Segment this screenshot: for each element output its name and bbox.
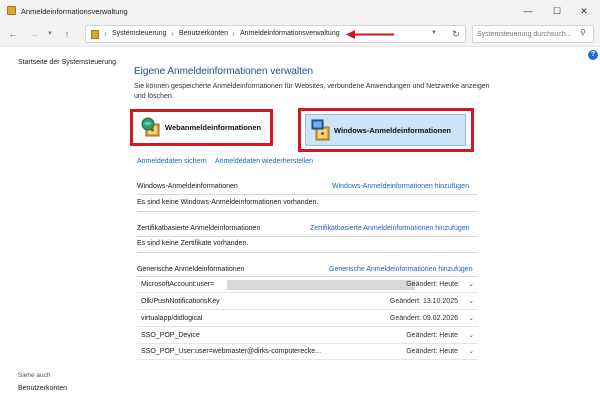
windows-section-empty: Es sind keine Windows-Anmeldeinformation… — [137, 199, 319, 206]
section-divider — [137, 194, 478, 195]
breadcrumb-systemsteuerung[interactable]: Systemsteuerung — [112, 30, 166, 37]
recent-locations-chevron-icon[interactable]: ▼ — [43, 27, 57, 41]
backup-credentials-link[interactable]: Anmeldedaten sichern — [137, 158, 207, 165]
breadcrumb-separator-icon[interactable]: › — [232, 29, 235, 38]
address-bar[interactable]: › Systemsteuerung › Benutzerkonten › Anm… — [85, 25, 466, 43]
credential-changed-date: Geändert: Heute — [406, 281, 458, 288]
credential-name: MicrosoftAccount:user= — [141, 281, 215, 288]
credential-changed-date: Geändert: 13.10.2025 — [389, 298, 458, 305]
search-box[interactable]: ⚲ — [472, 25, 594, 43]
up-arrow-icon[interactable]: ↑ — [60, 27, 74, 41]
section-divider — [137, 252, 478, 253]
credential-changed-date: Geändert: Heute — [406, 348, 458, 355]
redacted-username-block — [227, 280, 415, 290]
add-generic-credential-link[interactable]: Generische Anmeldeinformationen hinzufüg… — [329, 266, 473, 273]
annotation-arrow-icon — [346, 30, 394, 39]
generic-credential-row[interactable]: SSO_POP_User:user=webmaster@dirks-comput… — [137, 344, 478, 360]
navigation-bar: ← → ▼ ↑ › Systemsteuerung › Benutzerkont… — [0, 22, 600, 46]
generic-credential-row[interactable]: Olk/PushNotificationsKey Geändert: 13.10… — [137, 294, 478, 310]
windows-credentials-icon — [311, 119, 330, 141]
refresh-icon[interactable]: ↻ — [449, 27, 463, 41]
breadcrumb-benutzerkonten[interactable]: Benutzerkonten — [179, 30, 228, 37]
page-title: Eigene Anmeldeinformationen verwalten — [134, 66, 313, 77]
expand-chevron-icon[interactable]: ⌄ — [468, 314, 474, 322]
credential-name: Olk/PushNotificationsKey — [141, 298, 220, 305]
expand-chevron-icon[interactable]: ⌄ — [468, 331, 474, 339]
sidebar-accounts-link[interactable]: Benutzerkonten — [18, 385, 67, 392]
back-arrow-icon[interactable]: ← — [6, 27, 20, 41]
add-windows-credential-link[interactable]: Windows-Anmeldeinformationen hinzufügen — [332, 183, 469, 190]
certificate-section-title: Zertifikatbasierte Anmeldeinformationen — [137, 225, 261, 232]
window-title: Anmeldeinformationsverwaltung — [21, 7, 128, 16]
generic-section-title: Generische Anmeldeinformationen — [137, 266, 245, 273]
generic-credential-row[interactable]: SSO_POP_Device Geändert: Heute ⌄ — [137, 328, 478, 344]
windows-section-title: Windows-Anmeldeinformationen — [137, 183, 238, 190]
web-credentials-icon — [141, 117, 160, 137]
minimize-button[interactable]: — — [520, 4, 536, 18]
control-panel-icon — [91, 30, 99, 39]
search-icon[interactable]: ⚲ — [580, 28, 586, 37]
breadcrumb-anmeldeinformationsverwaltung[interactable]: Anmeldeinformationsverwaltung — [240, 30, 340, 37]
restore-credentials-link[interactable]: Anmeldedaten wiederherstellen — [215, 158, 313, 165]
credential-changed-date: Geändert: 09.02.2026 — [389, 315, 458, 322]
address-dropdown-chevron-icon[interactable]: ▼ — [431, 30, 437, 36]
see-also-heading: Siehe auch — [18, 372, 51, 379]
windows-credentials-button[interactable]: Windows-Anmeldeinformationen — [305, 114, 466, 146]
expand-chevron-icon[interactable]: ⌄ — [468, 347, 474, 355]
credential-manager-icon — [7, 6, 16, 15]
certificate-section-empty: Es sind keine Zertifikate vorhanden. — [137, 240, 249, 247]
expand-chevron-icon[interactable]: ⌄ — [468, 280, 474, 288]
close-button[interactable]: ✕ — [576, 4, 592, 18]
web-credentials-label: Webanmeldeinformationen — [165, 123, 262, 132]
forward-arrow-icon[interactable]: → — [27, 27, 41, 41]
search-input[interactable] — [477, 28, 577, 41]
page-description: Sie können gespeicherte Anmeldeinformati… — [134, 83, 490, 100]
title-bar: Anmeldeinformationsverwaltung — ☐ ✕ — [0, 0, 600, 22]
section-divider — [137, 211, 478, 212]
generic-credential-row[interactable]: virtualapp/didlogical Geändert: 09.02.20… — [137, 311, 478, 327]
add-certificate-credential-link[interactable]: Zertifikatbasierte Anmeldeinformationen … — [310, 225, 470, 232]
generic-credential-row[interactable]: MicrosoftAccount:user= Geändert: Heute ⌄ — [137, 277, 478, 293]
breadcrumb-separator-icon[interactable]: › — [104, 29, 107, 38]
sidebar-home-link[interactable]: Startseite der Systemsteuerung — [18, 59, 116, 66]
windows-credentials-label: Windows-Anmeldeinformationen — [334, 126, 452, 135]
credential-name: SSO_POP_Device — [141, 332, 200, 339]
section-divider — [137, 236, 478, 237]
help-icon[interactable]: ? — [588, 50, 598, 60]
credential-name: SSO_POP_User:user=webmaster@dirks-comput… — [141, 348, 322, 355]
credential-changed-date: Geändert: Heute — [406, 332, 458, 339]
maximize-button[interactable]: ☐ — [549, 4, 565, 18]
breadcrumb-separator-icon[interactable]: › — [171, 29, 174, 38]
credential-name: virtualapp/didlogical — [141, 315, 203, 322]
expand-chevron-icon[interactable]: ⌄ — [468, 297, 474, 305]
web-credentials-button[interactable]: Webanmeldeinformationen — [137, 114, 267, 141]
